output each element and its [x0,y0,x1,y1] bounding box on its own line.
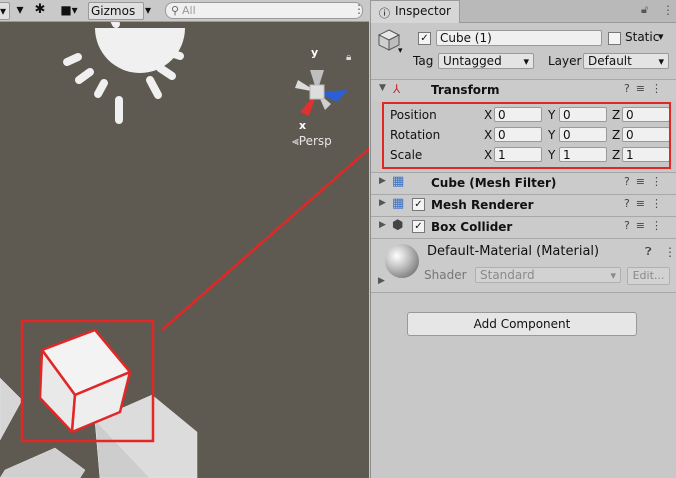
active-checkbox[interactable]: ✓ [418,32,431,45]
static-checkbox[interactable] [608,32,621,45]
box-collider-title: Box Collider [431,220,513,234]
search-icon: ⚲ [171,4,180,17]
gizmos-label: Gizmos [91,4,136,18]
mesh-renderer-icon: ▦ [392,196,405,211]
tag-label: Tag [413,54,434,68]
expand-arrow-icon[interactable]: ▶ [379,176,386,186]
gizmos-button[interactable]: Gizmos [88,2,144,20]
component-menu-icons[interactable]: ?≡⋮ [624,219,668,232]
material-title: Default-Material (Material) [427,244,600,259]
search-input[interactable]: ⚲ All [165,2,363,19]
effects-icon[interactable]: ✱ [30,2,50,18]
scene-view[interactable]: ▾ ▾ ✱ ■▾ Gizmos ▾ ⚲ All ⋮ 🔒︎ y x ⫷Persp [0,0,369,478]
component-menu-icons[interactable]: ?≡⋮ [624,82,668,95]
gizmo-x-label: x [299,119,307,132]
edit-shader-button[interactable]: Edit... [627,267,670,285]
collapse-arrow-icon[interactable]: ▼ [379,83,386,93]
icon-dropdown-icon[interactable]: ▾ [398,46,403,56]
tab-inspector[interactable]: ⓘ Inspector [370,0,460,23]
layer-label: Layer [548,54,582,68]
info-icon: ⓘ [379,7,390,20]
gizmo-y-label: y [311,46,319,59]
tab-inspector-label: Inspector [395,4,451,18]
camera-icon[interactable]: ■▾ [55,2,83,18]
material-sphere-icon [385,244,419,278]
draw-mode-dropdown[interactable]: ▾ [0,2,10,20]
persp-toggle[interactable]: ⫷Persp [292,134,332,149]
lock-icon[interactable]: 🔓︎ [641,3,648,17]
more-icon[interactable]: ⋮ [664,245,676,259]
transform-header[interactable]: ▼ ⅄ Transform ?≡⋮ [371,79,676,101]
orientation-gizmo [295,70,348,116]
annotation-arrow [161,147,369,331]
transform-highlight-box [382,102,671,169]
expand-arrow-icon[interactable]: ▶ [379,198,386,208]
tag-dropdown[interactable]: Untagged [438,53,534,69]
persp-label: Persp [298,134,332,148]
mesh-filter-icon: ▦ [392,174,405,189]
scene-canvas [0,16,369,478]
draw-mode-chevron-icon[interactable]: ▾ [14,2,26,18]
component-menu-icons[interactable]: ?≡⋮ [624,175,668,188]
expand-arrow-icon[interactable]: ▶ [378,276,385,286]
persp-icon: ⫷ [292,134,299,148]
expand-arrow-icon[interactable]: ▶ [379,220,386,230]
search-placeholder: All [182,4,196,17]
lock-icon[interactable]: 🔒︎ [346,52,351,63]
box-collider-header[interactable]: ▶ ⬢ ✓ Box Collider ?≡⋮ [371,216,676,238]
mesh-filter-title: Cube (Mesh Filter) [431,176,557,190]
mesh-renderer-header[interactable]: ▶ ▦ ✓ Mesh Renderer ?≡⋮ [371,194,676,216]
more-icon[interactable]: ⋮ [353,2,365,16]
mesh-renderer-checkbox[interactable]: ✓ [412,198,425,211]
static-dropdown-icon[interactable]: ▾ [658,30,664,43]
transform-icon: ⅄ [393,82,401,96]
mesh-renderer-title: Mesh Renderer [431,198,534,212]
scene-toolbar: ▾ ▾ ✱ ■▾ Gizmos ▾ ⚲ All ⋮ [0,0,369,22]
directional-light-icon [63,16,185,124]
object-name-field[interactable]: Cube (1) [436,30,602,46]
add-component-button[interactable]: Add Component [407,312,637,336]
shader-label: Shader [424,268,467,282]
mesh-filter-header[interactable]: ▶ ▦ Cube (Mesh Filter) ?≡⋮ [371,172,676,194]
shader-dropdown[interactable]: Standard [475,267,621,283]
box-collider-icon: ⬢ [392,218,404,233]
box-collider-checkbox[interactable]: ✓ [412,220,425,233]
transform-title: Transform [431,83,500,97]
help-icon[interactable]: ❓︎ [645,245,652,259]
gizmos-dropdown-icon[interactable]: ▾ [142,2,154,18]
static-label: Static [625,30,660,44]
component-menu-icons[interactable]: ?≡⋮ [624,197,668,210]
layer-dropdown[interactable]: Default [583,53,669,69]
more-icon[interactable]: ⋮ [662,3,674,17]
